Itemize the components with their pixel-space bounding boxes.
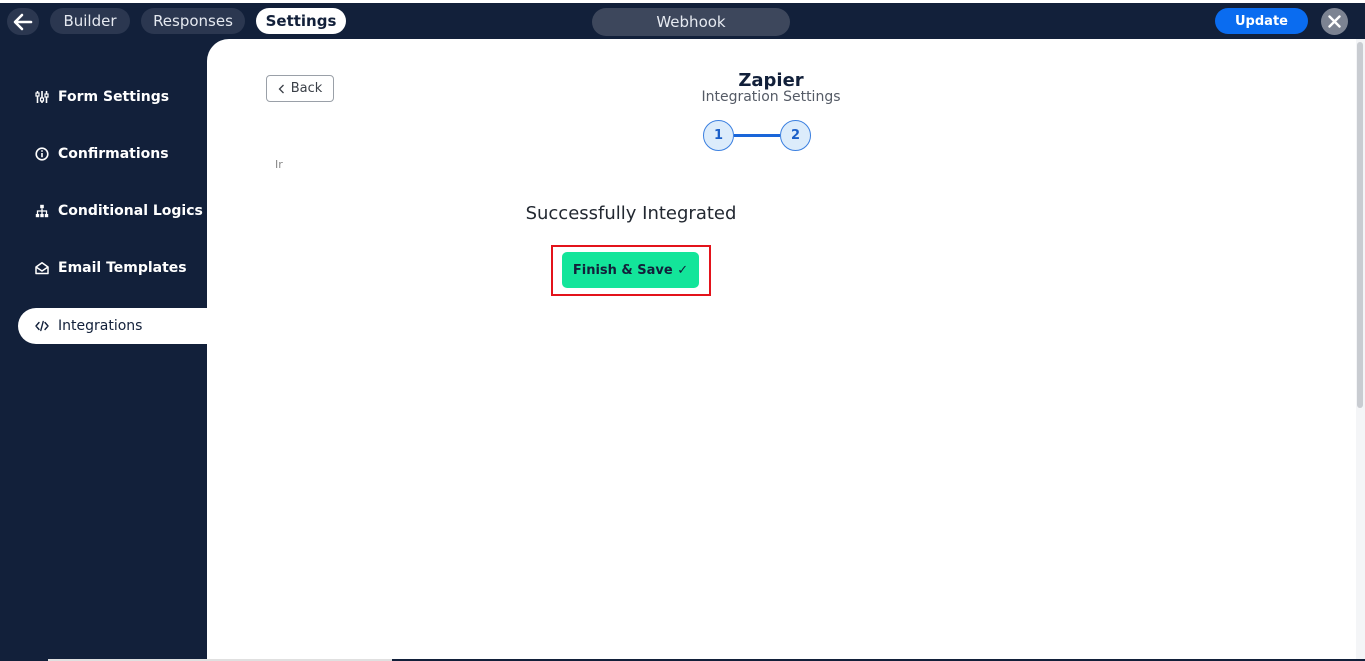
- close-button[interactable]: [1321, 8, 1348, 35]
- step-connector: [734, 134, 780, 137]
- step-2: 2: [780, 120, 811, 151]
- page-subtitle: Integration Settings: [701, 89, 841, 105]
- tab-builder[interactable]: Builder: [50, 8, 130, 34]
- envelope-open-icon: [35, 261, 49, 275]
- step-1: 1: [703, 120, 734, 151]
- sidebar-item-label: Confirmations: [58, 146, 169, 162]
- webhook-pill[interactable]: Webhook: [592, 8, 790, 36]
- hierarchy-icon: [35, 204, 49, 218]
- back-arrow-button[interactable]: [7, 8, 39, 35]
- sidebar-item-email-templates[interactable]: Email Templates: [18, 250, 207, 286]
- tab-responses[interactable]: Responses: [141, 8, 245, 34]
- sidebar-item-confirmations[interactable]: Confirmations: [18, 136, 207, 172]
- info-icon: [35, 147, 49, 161]
- update-button[interactable]: Update: [1215, 8, 1308, 34]
- arrow-left-icon: [13, 13, 33, 30]
- sidebar: Form Settings Confirmations Conditional …: [0, 39, 207, 661]
- chevron-left-icon: [278, 84, 284, 93]
- sidebar-item-label: Integrations: [58, 318, 143, 334]
- success-message: Successfully Integrated: [525, 203, 737, 224]
- sidebar-item-form-settings[interactable]: Form Settings: [18, 79, 207, 115]
- tab-settings[interactable]: Settings: [256, 8, 346, 34]
- back-label: Back: [290, 81, 323, 96]
- sidebar-item-label: Form Settings: [58, 89, 170, 105]
- sidebar-item-conditional-logics[interactable]: Conditional Logics: [18, 193, 207, 229]
- page-title: Zapier: [738, 70, 804, 91]
- close-icon: [1328, 15, 1341, 28]
- finish-save-button[interactable]: Finish & Save ✓: [562, 252, 699, 288]
- truncated-label: Ir: [275, 158, 283, 171]
- sidebar-item-integrations[interactable]: Integrations: [18, 308, 207, 344]
- sliders-icon: [35, 90, 49, 104]
- sidebar-item-label: Conditional Logics: [58, 203, 203, 219]
- top-bar: Builder Responses Settings Webhook Updat…: [0, 3, 1365, 39]
- scrollbar-thumb[interactable]: [1357, 42, 1363, 408]
- back-button[interactable]: Back: [266, 75, 334, 102]
- code-icon: [35, 319, 49, 333]
- sidebar-item-label: Email Templates: [58, 260, 187, 276]
